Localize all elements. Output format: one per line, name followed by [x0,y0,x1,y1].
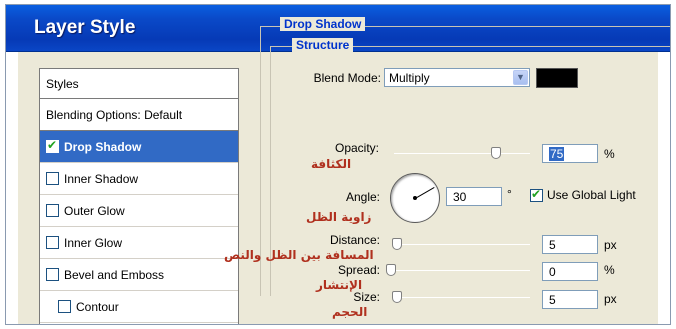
style-item-label: Inner Shadow [64,171,139,186]
size-input[interactable]: 5 [542,290,598,309]
spread-slider-track[interactable] [388,270,530,271]
use-global-light-label[interactable]: Use Global Light [547,188,636,202]
style-item-bevel-emboss[interactable]: Bevel and Emboss [40,259,238,291]
distance-value: 5 [549,238,556,252]
angle-unit: ° [507,187,512,201]
style-item-inner-shadow[interactable]: Inner Shadow [40,163,238,195]
window-title: Layer Style [34,17,136,38]
spread-label: Spread: [337,263,380,277]
blend-mode-select[interactable]: Multiply ▼ [384,68,530,87]
opacity-slider-track[interactable] [394,153,530,154]
styles-panel: Styles Blending Options: Default Drop Sh… [39,68,239,324]
style-item-blending-options[interactable]: Blending Options: Default [40,99,238,131]
opacity-label: Opacity: [334,141,379,155]
bevel-emboss-checkbox[interactable] [46,268,59,281]
blend-mode-value: Multiply [389,71,430,85]
size-label: Size: [353,290,380,304]
drop-shadow-checkbox[interactable] [46,138,59,153]
inner-glow-checkbox[interactable] [46,236,59,249]
style-item-label: Blending Options: Default [46,107,183,122]
opacity-unit: % [604,147,615,161]
size-slider-track[interactable] [394,297,530,298]
opacity-annotation: الكثافة [311,157,352,171]
angle-dial[interactable] [390,173,440,223]
style-item-label: Outer Glow [64,203,125,218]
style-item-label: Bevel and Emboss [64,267,165,282]
distance-unit: px [604,238,617,252]
opacity-input[interactable]: 75 [542,144,598,163]
style-item-contour[interactable]: Contour [40,291,238,323]
drop-shadow-title: Drop Shadow [280,17,366,31]
styles-header[interactable]: Styles [40,69,238,99]
angle-dial-center [413,196,417,200]
opacity-slider-thumb[interactable] [491,147,501,159]
spread-unit: % [604,263,615,277]
blend-mode-label: Blend Mode: [313,71,381,85]
chevron-down-icon[interactable]: ▼ [513,70,528,85]
angle-input[interactable]: 30 [446,187,502,206]
spread-input[interactable]: 0 [542,262,598,281]
style-item-label: Contour [76,299,119,314]
distance-annotation: المسافة بين الظل والنص [224,248,374,262]
style-item-outer-glow[interactable]: Outer Glow [40,195,238,227]
angle-value: 30 [453,190,467,204]
layer-style-window: Layer Style Styles Blending Options: Def… [5,4,671,325]
distance-slider-track[interactable] [394,244,530,245]
distance-slider-thumb[interactable] [392,238,402,250]
angle-label: Angle: [345,190,380,204]
inner-shadow-checkbox[interactable] [46,172,59,185]
angle-dial-hand [415,187,435,199]
style-item-inner-glow[interactable]: Inner Glow [40,227,238,259]
styles-header-label: Styles [46,77,79,91]
size-value: 5 [549,293,556,307]
size-annotation: الحجم [332,305,368,319]
style-item-label: Drop Shadow [64,139,142,154]
use-global-light-checkbox[interactable] [530,187,543,202]
angle-annotation: زاوية الظل [306,210,372,224]
size-unit: px [604,292,617,306]
size-slider-thumb[interactable] [392,291,402,303]
spread-value: 0 [549,265,556,279]
opacity-value: 75 [549,147,565,161]
style-item-drop-shadow[interactable]: Drop Shadow [40,131,238,163]
shadow-color-swatch[interactable] [536,68,578,88]
contour-checkbox[interactable] [58,300,71,313]
spread-slider-thumb[interactable] [386,264,396,276]
distance-input[interactable]: 5 [542,235,598,254]
structure-title: Structure [292,38,354,52]
style-item-label: Inner Glow [64,235,123,250]
distance-label: Distance: [329,233,380,247]
outer-glow-checkbox[interactable] [46,204,59,217]
